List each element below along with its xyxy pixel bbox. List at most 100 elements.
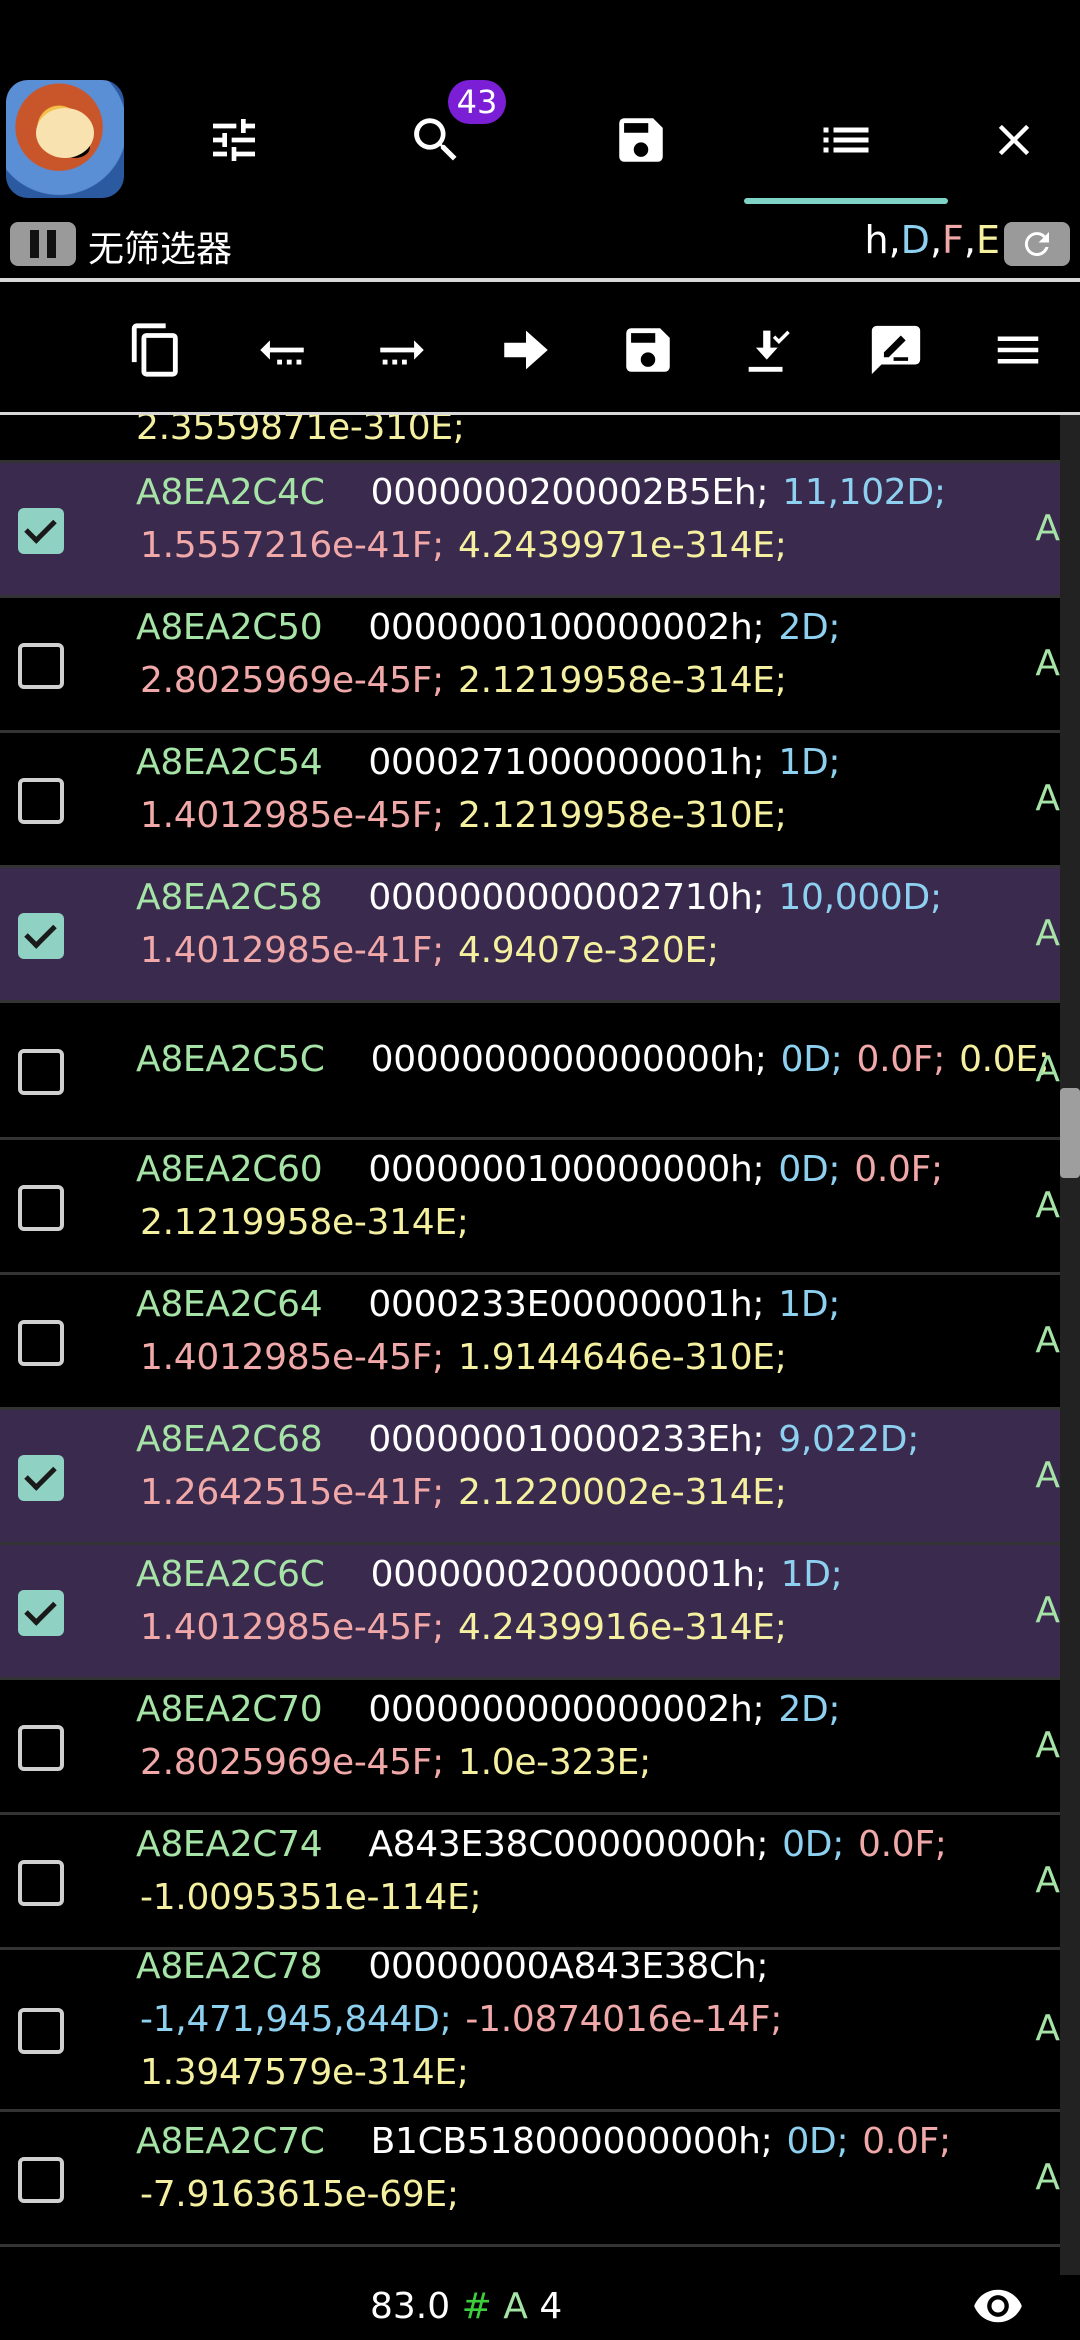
value-dbl: 1.3947579e-314E;	[140, 2051, 469, 2093]
value-hex: 0000000000002710h;	[368, 876, 765, 918]
result-row[interactable]: A8EA2C74 A843E38C00000000h; 0D; 0.0F; -1.009…	[0, 1815, 1060, 1950]
value-dec: 0D;	[782, 1823, 845, 1865]
row-line: 1.4012985e-45F; 1.9144646e-310E;	[140, 1337, 787, 1378]
value-hex: 0000000100000002h;	[368, 606, 765, 648]
offset-forward-icon[interactable]	[352, 300, 452, 400]
value-flt: 1.4012985e-45F;	[140, 1606, 444, 1648]
row-type-label: A	[1035, 1048, 1060, 1090]
result-row[interactable]: A8EA2C4C 0000000200002B5Eh; 11,102D; 1.5557…	[0, 463, 1060, 598]
row-type-label: A	[1035, 1184, 1060, 1226]
row-checkbox[interactable]	[18, 1319, 64, 1366]
result-row[interactable]: A8EA2C6C 0000000200000001h; 1D; 1.4012985e-…	[0, 1545, 1060, 1680]
row-line: A8EA2C5C 0000000000000000h; 0D; 0.0F; 0.0E;	[136, 1039, 1050, 1080]
row-type-label: A	[1035, 1454, 1060, 1496]
result-row[interactable]: A8EA2C64 0000233E00000001h; 1D; 1.4012985e-…	[0, 1275, 1060, 1410]
eye-icon[interactable]	[968, 2276, 1028, 2336]
result-row[interactable]: A8EA2C50 0000000100000002h; 2D; 2.8025969e-…	[0, 598, 1060, 733]
result-row[interactable]: A8EA2C78 00000000A843E38Ch; -1,471,945,844…	[0, 1946, 1060, 2112]
row-checkbox[interactable]	[18, 507, 64, 554]
row-checkbox[interactable]	[18, 1048, 64, 1095]
address: A8EA2C68	[136, 1418, 323, 1460]
value-dbl: -7.9163615e-69E;	[140, 2173, 459, 2215]
value-dbl: 4.9407e-320E;	[457, 929, 719, 971]
row-line: A8EA2C68 000000010000233Eh; 9,022D;	[136, 1419, 919, 1460]
value-hex: 0000233E00000001h;	[368, 1283, 765, 1325]
value-dbl: 2.1219958e-314E;	[457, 659, 787, 701]
save-icon[interactable]	[591, 90, 691, 190]
value-dec: 2D;	[778, 606, 841, 648]
offset-back-icon[interactable]	[232, 300, 332, 400]
value-dbl: 1.9144646e-310E;	[457, 1336, 787, 1378]
edit-icon[interactable]	[846, 300, 946, 400]
row-line: A8EA2C54 0000271000000001h; 1D;	[136, 741, 841, 783]
result-row[interactable]: A8EA2C7C B1CB518000000000h; 0D; 0.0F; -7.916…	[0, 2112, 1060, 2247]
row-type-label: A	[1035, 1859, 1060, 1901]
list-icon[interactable]	[796, 90, 896, 190]
row-checkbox[interactable]	[18, 2008, 64, 2054]
row-line: 1.5557216e-41F; 4.2439971e-314E;	[140, 525, 787, 566]
value-dec: 10,000D;	[778, 876, 942, 918]
row-type-label: A	[1035, 1589, 1060, 1631]
row-checkbox[interactable]	[18, 2156, 64, 2203]
scrollbar-thumb[interactable]	[1060, 1088, 1080, 1178]
row-line: 1.4012985e-41F; 4.9407e-320E;	[140, 930, 719, 971]
value-flt: 1.4012985e-45F;	[140, 794, 444, 836]
row-checkbox[interactable]	[18, 777, 64, 824]
value-flt: 0.0F;	[854, 1148, 943, 1190]
save-list-icon[interactable]	[598, 300, 698, 400]
value-hex: 0000000000000002h;	[368, 1688, 765, 1730]
value-dec: 2D;	[778, 1688, 841, 1730]
value-hex: 0000000100000000h;	[368, 1148, 765, 1190]
value-dbl: 2.3559871e-310E;	[136, 415, 465, 448]
row-line: -1.0095351e-114E;	[140, 1876, 482, 1918]
settings-sliders-icon[interactable]	[184, 90, 284, 190]
address: A8EA2C5C	[136, 1039, 325, 1080]
result-row[interactable]: A8EA2C60 0000000100000000h; 0D; 0.0F; 2.1219…	[0, 1140, 1060, 1275]
value-hex: A843E38C00000000h;	[368, 1823, 769, 1865]
row-checkbox[interactable]	[18, 1184, 64, 1231]
menu-icon[interactable]	[968, 300, 1068, 400]
close-icon[interactable]	[964, 90, 1064, 190]
address: A8EA2C58	[136, 876, 323, 918]
row-checkbox[interactable]	[18, 1724, 64, 1771]
pause-button[interactable]	[10, 222, 76, 266]
row-line: -1,471,945,844D; -1.0874016e-14F;	[140, 1999, 782, 2040]
result-row[interactable]: A8EA2C68 000000010000233Eh; 9,022D; 1.26425…	[0, 1410, 1060, 1545]
row-line: 1.4012985e-45F; 2.1219958e-310E;	[140, 795, 787, 836]
row-type-label: A	[1035, 507, 1060, 549]
result-row[interactable]: A8EA2C5C 0000000000000000h; 0D; 0.0F; 0.0E; A	[0, 1003, 1060, 1140]
address: A8EA2C64	[136, 1283, 323, 1325]
result-row[interactable]: 2.3559871e-310E;	[0, 415, 1060, 463]
row-checkbox[interactable]	[18, 1454, 64, 1501]
value-hex: 0000000000000000h;	[370, 1039, 767, 1080]
import-icon[interactable]	[718, 300, 818, 400]
row-checkbox[interactable]	[18, 1859, 64, 1906]
address: A8EA2C78	[136, 1945, 323, 1987]
row-line: A8EA2C50 0000000100000002h; 2D;	[136, 606, 841, 648]
search-count-badge: 43	[448, 80, 506, 124]
value-hex: 0000000200000001h;	[370, 1553, 767, 1595]
value-hex: 0000271000000001h;	[368, 741, 765, 783]
row-checkbox[interactable]	[18, 642, 64, 689]
row-checkbox[interactable]	[18, 1589, 64, 1636]
row-checkbox[interactable]	[18, 912, 64, 959]
row-line: 1.2642515e-41F; 2.1220002e-314E;	[140, 1472, 787, 1513]
value-dec: 1D;	[778, 741, 841, 783]
row-type-label: A	[1035, 1724, 1060, 1766]
row-line: A8EA2C78 00000000A843E38Ch;	[136, 1946, 768, 1987]
address: A8EA2C50	[136, 606, 323, 648]
address: A8EA2C74	[136, 1823, 323, 1865]
goto-arrow-icon[interactable]	[476, 300, 576, 400]
refresh-button[interactable]	[1004, 222, 1070, 266]
result-row[interactable]: A8EA2C54 0000271000000001h; 1D; 1.4012985e-…	[0, 733, 1060, 868]
copy-icon[interactable]	[106, 300, 206, 400]
result-row[interactable]: A8EA2C58 0000000000002710h; 10,000D; 1.4012…	[0, 868, 1060, 1003]
app-icon[interactable]	[6, 80, 124, 198]
value-dbl: -1.0095351e-114E;	[140, 1876, 482, 1918]
row-line: A8EA2C6C 0000000200000001h; 1D;	[136, 1553, 843, 1595]
result-row[interactable]: A8EA2C70 0000000000000002h; 2D; 2.8025969e-…	[0, 1680, 1060, 1815]
value-types[interactable]: h,D,F,E	[864, 218, 1000, 262]
address: A8EA2C4C	[136, 471, 325, 513]
scrollbar-track[interactable]	[1060, 415, 1080, 2275]
value-dbl: 2.1219958e-310E;	[457, 794, 787, 836]
